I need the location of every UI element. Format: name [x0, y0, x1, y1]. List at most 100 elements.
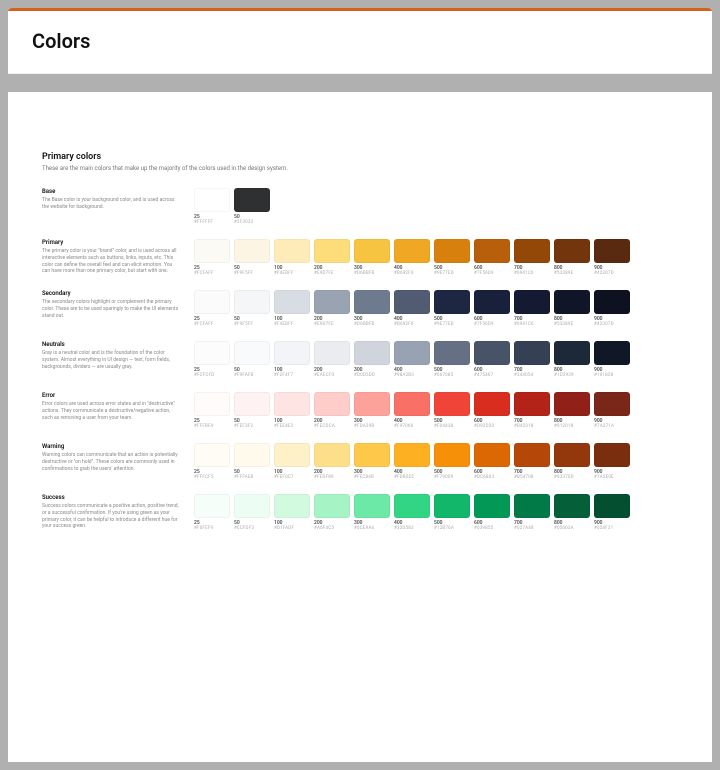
swatch-hex: #D6BBFB	[354, 322, 390, 327]
color-swatch[interactable]: 50#ECFDF3	[234, 494, 270, 531]
color-swatch[interactable]: 600#D92D20	[474, 392, 510, 429]
color-chip	[554, 392, 590, 416]
palette-desc: Gray is a neutral color and is the found…	[42, 350, 180, 370]
palette-name: Secondary	[42, 290, 180, 297]
color-swatch[interactable]: 700#6941C6	[514, 290, 550, 327]
color-swatch[interactable]: 400#B692F6	[394, 290, 430, 327]
palette-row: WarningWarning colors can communicate th…	[42, 443, 678, 480]
color-swatch[interactable]: 300#D6BBFB	[354, 290, 390, 327]
color-swatch[interactable]: 200#A6F4C5	[314, 494, 350, 531]
color-swatch[interactable]: 800#912018	[554, 392, 590, 429]
color-swatch[interactable]: 300#FDA29B	[354, 392, 390, 429]
swatch-hex: #32D583	[394, 526, 430, 531]
palette-name: Neutrals	[42, 341, 180, 348]
color-swatch[interactable]: 100#FEE4E2	[274, 392, 310, 429]
color-swatch[interactable]: 25#F6FEF9	[194, 494, 230, 531]
color-chip	[314, 239, 350, 263]
color-swatch[interactable]: 700#027A48	[514, 494, 550, 531]
color-chip	[474, 290, 510, 314]
color-swatch[interactable]: 400#98A2B3	[394, 341, 430, 378]
color-swatch[interactable]: 100#F4EBFF	[274, 290, 310, 327]
color-swatch[interactable]: 400#F97066	[394, 392, 430, 429]
color-swatch[interactable]: 300#D0D5DD	[354, 341, 390, 378]
color-swatch[interactable]: 400#B692F6	[394, 239, 430, 276]
color-chip	[274, 443, 310, 467]
color-swatch[interactable]: 500#F79009	[434, 443, 470, 480]
color-chip	[394, 341, 430, 365]
color-chip	[194, 239, 230, 263]
color-swatch[interactable]: 100#F2F4F7	[274, 341, 310, 378]
color-swatch[interactable]: 200#FECDCA	[314, 392, 350, 429]
color-swatch[interactable]: 500#F04438	[434, 392, 470, 429]
color-swatch[interactable]: 200#E9D7FE	[314, 239, 350, 276]
color-swatch[interactable]: 50#F9FAFB	[234, 341, 270, 378]
color-chip	[514, 290, 550, 314]
color-swatch[interactable]: 600#7F56D9	[474, 290, 510, 327]
color-swatch[interactable]: 800#1D2939	[554, 341, 590, 378]
color-swatch[interactable]: 900#7A271A	[594, 392, 630, 429]
color-swatch[interactable]: 500#667085	[434, 341, 470, 378]
color-swatch[interactable]: 25#FCFCFD	[194, 341, 230, 378]
color-swatch[interactable]: 300#D6BBFB	[354, 239, 390, 276]
color-chip	[314, 443, 350, 467]
color-swatch[interactable]: 700#344054	[514, 341, 550, 378]
color-chip	[274, 341, 310, 365]
color-swatch[interactable]: 300#FEC84B	[354, 443, 390, 480]
color-swatch[interactable]: 50#F9F5FF	[234, 239, 270, 276]
swatch-group: 25#FFFCF550#FFFAEB100#FEF0C7200#FEDF8930…	[194, 443, 678, 480]
swatch-group: 25#FFFBFA50#FEF3F2100#FEE4E2200#FECDCA30…	[194, 392, 678, 429]
color-swatch[interactable]: 900#42307D	[594, 290, 630, 327]
color-swatch[interactable]: 25#FCFAFF	[194, 290, 230, 327]
color-swatch[interactable]: 25#FFFFFF	[194, 188, 230, 225]
color-swatch[interactable]: 600#7F56D9	[474, 239, 510, 276]
color-swatch[interactable]: 25#FFFCF5	[194, 443, 230, 480]
color-swatch[interactable]: 600#475467	[474, 341, 510, 378]
color-swatch[interactable]: 800#93370D	[554, 443, 590, 480]
swatch-hex: #53389E	[554, 271, 590, 276]
color-swatch[interactable]: 800#53389E	[554, 239, 590, 276]
color-swatch[interactable]: 100#D1FADF	[274, 494, 310, 531]
swatch-hex: #E9D7FE	[314, 322, 350, 327]
color-swatch[interactable]: 25#FCFAFF	[194, 239, 230, 276]
color-swatch[interactable]: 200#EAECF0	[314, 341, 350, 378]
color-swatch[interactable]: 100#FEF0C7	[274, 443, 310, 480]
color-swatch[interactable]: 400#FDB022	[394, 443, 430, 480]
color-swatch[interactable]: 700#B54708	[514, 443, 550, 480]
color-swatch[interactable]: 600#039855	[474, 494, 510, 531]
color-swatch[interactable]: 800#05603A	[554, 494, 590, 531]
swatch-hex: #B42318	[514, 424, 550, 429]
color-swatch[interactable]: 50#FEF3F2	[234, 392, 270, 429]
color-swatch[interactable]: 200#FEDF89	[314, 443, 350, 480]
swatch-hex: #9E77ED	[434, 271, 470, 276]
color-swatch[interactable]: 500#9E77ED	[434, 239, 470, 276]
color-swatch[interactable]: 700#6941C6	[514, 239, 550, 276]
color-swatch[interactable]: 900#42307D	[594, 239, 630, 276]
color-chip	[394, 443, 430, 467]
color-swatch[interactable]: 300#6CE9A6	[354, 494, 390, 531]
swatch-hex: #A6F4C5	[314, 526, 350, 531]
swatch-hex: #F2F4F7	[274, 373, 310, 378]
color-swatch[interactable]: 50#F9F5FF	[234, 290, 270, 327]
color-swatch[interactable]: 200#E9D7FE	[314, 290, 350, 327]
swatch-hex: #6941C6	[514, 271, 550, 276]
color-swatch[interactable]: 900#7A2E0E	[594, 443, 630, 480]
palette-name: Error	[42, 392, 180, 399]
color-swatch[interactable]: 700#B42318	[514, 392, 550, 429]
swatch-hex: #42307D	[594, 271, 630, 276]
color-swatch[interactable]: 100#F4EBFF	[274, 239, 310, 276]
color-swatch[interactable]: 25#FFFBFA	[194, 392, 230, 429]
color-swatch[interactable]: 500#12B76A	[434, 494, 470, 531]
color-swatch[interactable]: 800#53389E	[554, 290, 590, 327]
color-swatch[interactable]: 50#2F3032	[234, 188, 270, 225]
color-swatch[interactable]: 500#9E77ED	[434, 290, 470, 327]
color-swatch[interactable]: 50#FFFAEB	[234, 443, 270, 480]
color-swatch[interactable]: 900#054F31	[594, 494, 630, 531]
swatch-hex: #98A2B3	[394, 373, 430, 378]
color-swatch[interactable]: 900#101828	[594, 341, 630, 378]
swatch-hex: #D0D5DD	[354, 373, 390, 378]
palette-row: PrimaryThe primary color is your "brand"…	[42, 239, 678, 276]
color-swatch[interactable]: 400#32D583	[394, 494, 430, 531]
swatch-group: 25#FCFAFF50#F9F5FF100#F4EBFF200#E9D7FE30…	[194, 239, 678, 276]
color-swatch[interactable]: 600#DC6803	[474, 443, 510, 480]
palette-label: SuccessSuccess colors communicate a posi…	[42, 494, 180, 530]
